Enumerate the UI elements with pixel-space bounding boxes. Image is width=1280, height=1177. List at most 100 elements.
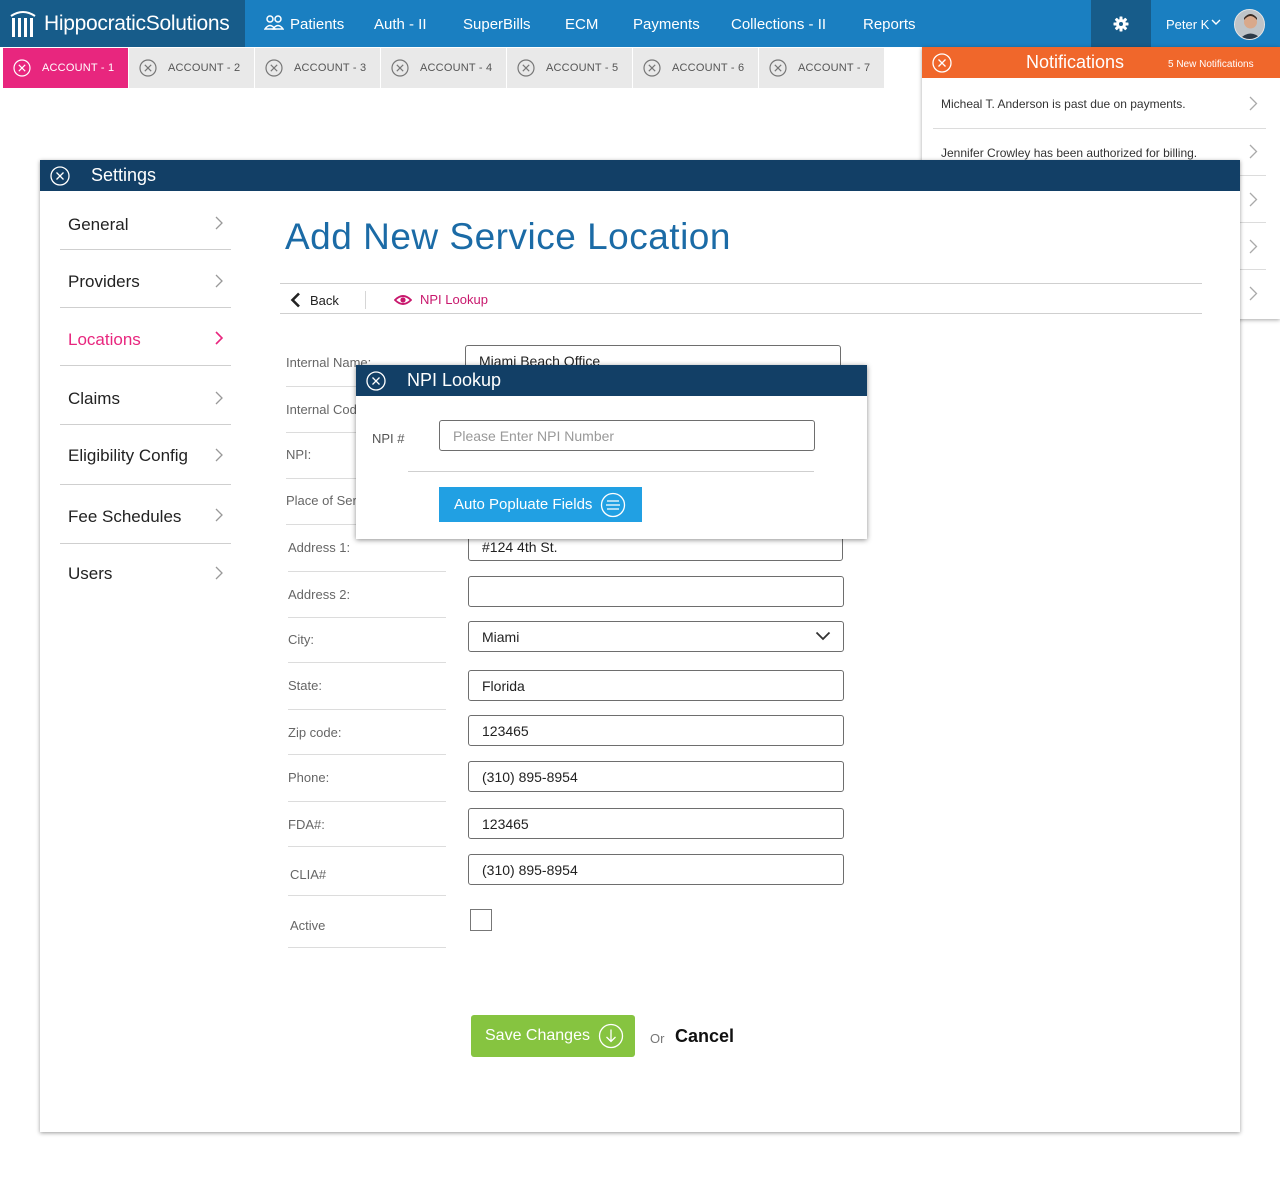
- account-tab-4[interactable]: ACCOUNT - 4: [381, 48, 506, 88]
- chevron-right-icon: [215, 448, 223, 462]
- notifications-header: Notifications 5 New Notifications: [922, 47, 1280, 78]
- nav-item-superbills[interactable]: SuperBills: [463, 0, 531, 47]
- account-tab-2[interactable]: ACCOUNT - 2: [129, 48, 254, 88]
- account-tab-6[interactable]: ACCOUNT - 6: [633, 48, 758, 88]
- gear-icon: [1113, 16, 1129, 31]
- toolbar-divider-top: [280, 283, 1202, 284]
- notification-text: Micheal T. Anderson is past due on payme…: [941, 97, 1186, 111]
- account-tab-1[interactable]: ACCOUNT - 1: [3, 48, 128, 88]
- zip-code-label: Zip code:: [288, 725, 342, 740]
- form-row-divider: [288, 617, 446, 618]
- save-changes-label: Save Changes: [485, 1027, 590, 1044]
- nav-item-ecm[interactable]: ECM: [565, 0, 598, 47]
- form-row-divider: [288, 895, 446, 896]
- brand-logo[interactable]: HippocraticSolutions: [0, 0, 245, 47]
- sidebar-item-claims[interactable]: Claims: [60, 366, 231, 425]
- address1-label: Address 1:: [288, 540, 351, 555]
- state-field[interactable]: Florida: [468, 670, 844, 701]
- chevron-down-icon[interactable]: [1211, 19, 1221, 26]
- npi-number-input[interactable]: Please Enter NPI Number: [439, 420, 815, 451]
- chevron-right-icon: [215, 566, 223, 580]
- avatar[interactable]: [1234, 9, 1265, 40]
- npi-lookup-header: NPI Lookup: [356, 365, 867, 396]
- notifications-count-badge: 5 New Notifications: [1168, 59, 1254, 70]
- close-icon[interactable]: [366, 371, 386, 391]
- sidebar-item-general[interactable]: General: [60, 191, 231, 250]
- npi-lookup-link[interactable]: NPI Lookup: [394, 292, 488, 307]
- phone-field[interactable]: (310) 895-8954: [468, 761, 844, 792]
- close-icon[interactable]: [517, 59, 535, 77]
- sidebar-item-providers[interactable]: Providers: [60, 250, 231, 308]
- clia-field[interactable]: (310) 895-8954: [468, 854, 844, 885]
- form-row-divider: [288, 754, 446, 755]
- user-menu-name[interactable]: Peter K: [1166, 0, 1209, 50]
- sidebar-item-users[interactable]: Users: [60, 544, 231, 602]
- close-icon[interactable]: [13, 59, 31, 77]
- form-row-divider: [288, 947, 446, 948]
- phone-label: Phone:: [288, 770, 330, 785]
- toolbar-divider-bottom: [280, 313, 1202, 314]
- account-tab-5[interactable]: ACCOUNT - 5: [507, 48, 632, 88]
- cancel-link[interactable]: Cancel: [675, 1026, 734, 1047]
- account-tab-7[interactable]: ACCOUNT - 7: [759, 48, 884, 88]
- chevron-right-icon: [1249, 239, 1258, 254]
- brand-name-part2: Solutions: [145, 11, 230, 35]
- city-selected-value: Miami: [482, 629, 520, 645]
- close-icon[interactable]: [643, 59, 661, 77]
- brand-name: HippocraticSolutions: [44, 11, 230, 36]
- nav-item-auth[interactable]: Auth - II: [374, 0, 427, 47]
- auto-populate-label: Auto Popluate Fields: [454, 496, 593, 513]
- nav-item-label: Patients: [290, 16, 345, 33]
- zip-code-field[interactable]: 123465: [468, 715, 844, 746]
- chevron-right-icon: [1249, 286, 1258, 301]
- toolbar-separator: [365, 291, 366, 309]
- close-icon[interactable]: [50, 166, 70, 186]
- account-tab-label: ACCOUNT - 3: [294, 62, 367, 74]
- state-label: State:: [288, 678, 322, 693]
- chevron-right-icon: [1249, 96, 1258, 111]
- notification-item[interactable]: Micheal T. Anderson is past due on payme…: [933, 78, 1266, 129]
- account-tab-label: ACCOUNT - 2: [168, 62, 241, 74]
- save-changes-button[interactable]: Save Changes: [471, 1015, 635, 1057]
- chevron-left-icon: [290, 292, 300, 308]
- form-row-divider: [288, 662, 446, 663]
- arrow-down-circle-icon: [598, 1023, 624, 1049]
- chevron-right-icon: [215, 391, 223, 405]
- npi-number-label: NPI #: [372, 431, 405, 446]
- npi-label: NPI:: [286, 447, 312, 462]
- sidebar-item-locations[interactable]: Locations: [60, 308, 231, 366]
- nav-item-label: Collections - II: [731, 16, 827, 33]
- form-row-divider: [288, 846, 446, 847]
- chevron-down-icon: [815, 631, 831, 641]
- nav-item-collections[interactable]: Collections - II: [731, 0, 826, 47]
- notification-text: Jennifer Crowley has been authorized for…: [941, 146, 1198, 160]
- account-tab-3[interactable]: ACCOUNT - 3: [255, 48, 380, 88]
- active-checkbox[interactable]: [470, 909, 492, 931]
- or-text: Or: [650, 1031, 665, 1046]
- npi-lookup-divider: [408, 471, 814, 472]
- close-icon[interactable]: [265, 59, 283, 77]
- city-select[interactable]: Miami: [468, 621, 844, 652]
- address2-field[interactable]: [468, 576, 844, 607]
- chevron-right-icon: [215, 216, 223, 230]
- nav-item-label: Payments: [633, 16, 700, 33]
- account-tab-label: ACCOUNT - 5: [546, 62, 619, 74]
- sidebar-item-fee-schedules[interactable]: Fee Schedules: [60, 485, 231, 544]
- nav-item-patients[interactable]: Patients: [264, 0, 344, 47]
- form-row-divider: [288, 709, 446, 710]
- close-icon[interactable]: [932, 53, 952, 73]
- close-icon[interactable]: [391, 59, 409, 77]
- chevron-right-icon: [215, 508, 223, 522]
- close-icon[interactable]: [139, 59, 157, 77]
- fda-field[interactable]: 123465: [468, 808, 844, 839]
- nav-item-payments[interactable]: Payments: [633, 0, 700, 47]
- city-label: City:: [288, 632, 314, 647]
- close-icon[interactable]: [769, 59, 787, 77]
- auto-populate-button[interactable]: Auto Popluate Fields: [439, 487, 642, 522]
- nav-item-reports[interactable]: Reports: [863, 0, 916, 47]
- sidebar-item-eligibility-config[interactable]: Eligibility Config: [60, 425, 231, 485]
- sidebar-item-label: Locations: [68, 330, 141, 349]
- back-button[interactable]: Back: [290, 292, 339, 308]
- settings-button[interactable]: [1091, 0, 1151, 47]
- menu-circle-icon: [601, 492, 626, 517]
